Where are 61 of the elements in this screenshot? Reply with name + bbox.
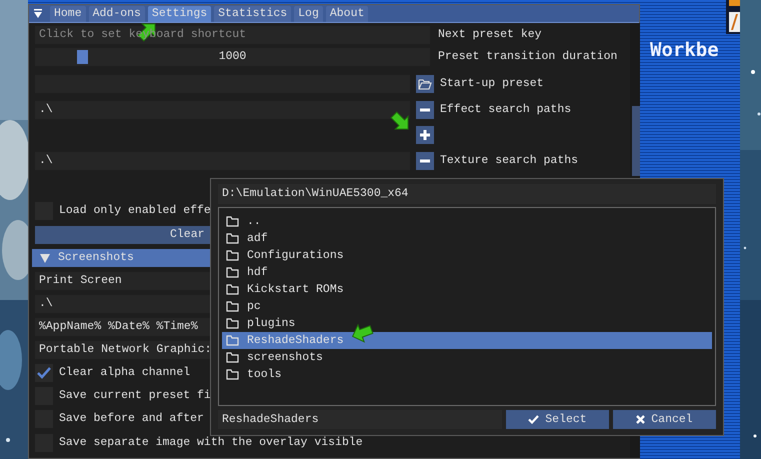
folder-icon bbox=[226, 301, 239, 312]
tab[interactable]: Home bbox=[50, 6, 86, 22]
remove-button[interactable] bbox=[416, 101, 434, 119]
folder-icon bbox=[226, 318, 239, 329]
check-icon bbox=[528, 415, 540, 424]
setting-label: Effect search paths bbox=[440, 102, 572, 118]
scrollbar-thumb[interactable] bbox=[632, 106, 640, 176]
caret-icon bbox=[40, 254, 50, 262]
folder-icon bbox=[226, 284, 239, 295]
folder-icon bbox=[226, 369, 239, 380]
select-button[interactable]: Select bbox=[506, 410, 609, 429]
remove-button[interactable] bbox=[416, 152, 434, 170]
checkbox-label: Save current preset fi bbox=[59, 388, 211, 404]
file-entry[interactable]: plugins bbox=[222, 315, 712, 332]
folder-icon bbox=[226, 352, 239, 363]
tab[interactable]: Log bbox=[294, 6, 323, 22]
minus-icon bbox=[420, 159, 430, 163]
pointer-arrow-icon bbox=[350, 322, 374, 344]
drive-icon bbox=[726, 0, 740, 34]
filename-field[interactable]: ReshadeShaders bbox=[218, 410, 502, 429]
tab[interactable]: Statistics bbox=[214, 6, 292, 22]
path-text: D:\Emulation\WinUAE5300_x64 bbox=[218, 184, 716, 204]
path-field[interactable]: .\ bbox=[35, 101, 410, 119]
checkbox-label: Save before and after bbox=[59, 411, 204, 428]
checkbox-label: Clear alpha channel bbox=[59, 365, 190, 382]
tab[interactable]: Add-ons bbox=[88, 6, 145, 22]
folder-icon bbox=[226, 335, 239, 346]
open-folder-icon bbox=[418, 78, 432, 90]
file-entry[interactable]: hdf bbox=[222, 264, 712, 281]
file-entry[interactable]: adf bbox=[222, 230, 712, 247]
check-icon bbox=[37, 367, 51, 379]
plus-icon bbox=[420, 130, 430, 140]
tab[interactable]: About bbox=[326, 6, 368, 22]
file-entry[interactable]: Configurations bbox=[222, 247, 712, 264]
folder-icon bbox=[226, 250, 239, 261]
file-entry[interactable]: pc bbox=[222, 298, 712, 315]
checkbox[interactable] bbox=[35, 364, 53, 382]
file-entry[interactable]: .. bbox=[222, 213, 712, 230]
folder-icon bbox=[226, 267, 239, 278]
path-field[interactable]: .\ bbox=[35, 152, 410, 170]
folder-icon bbox=[226, 216, 239, 227]
slider[interactable]: 1000 bbox=[35, 48, 430, 66]
setting-label: Start-up preset bbox=[440, 76, 544, 92]
checkbox-label: Load only enabled effe bbox=[59, 203, 211, 220]
file-entry[interactable]: Kickstart ROMs bbox=[222, 281, 712, 298]
setting-label: Next preset key bbox=[438, 27, 542, 44]
checkbox-label: Save separate image with the overlay visible bbox=[59, 435, 363, 452]
folder-icon bbox=[226, 233, 239, 244]
setting-label: Preset transition duration bbox=[438, 49, 618, 66]
add-button[interactable] bbox=[416, 126, 434, 144]
setting-label: Texture search paths bbox=[440, 153, 578, 170]
file-entry[interactable]: screenshots bbox=[222, 349, 712, 366]
file-entry[interactable]: tools bbox=[222, 366, 712, 383]
menu-icon bbox=[32, 8, 44, 20]
slider-thumb[interactable] bbox=[77, 50, 88, 64]
minus-icon bbox=[420, 108, 430, 112]
desktop-title: Workbe bbox=[650, 38, 719, 63]
slider-value: 1000 bbox=[218, 49, 246, 66]
browse-button[interactable] bbox=[416, 75, 434, 93]
cancel-button[interactable]: Cancel bbox=[613, 410, 716, 429]
close-icon bbox=[636, 415, 646, 424]
